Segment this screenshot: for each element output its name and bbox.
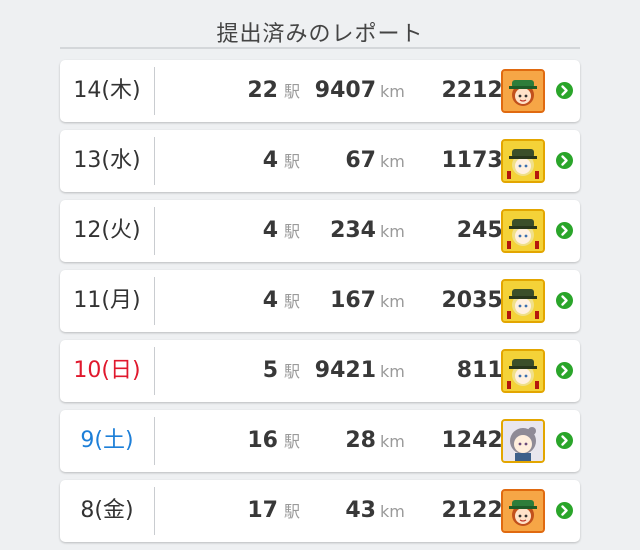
- report-row[interactable]: 11(月)4駅167km20356pt: [60, 270, 580, 332]
- station-count: 4: [262, 218, 278, 243]
- date-divider: [154, 207, 155, 255]
- date-divider: [154, 487, 155, 535]
- report-date: 13(水): [73, 148, 141, 173]
- orange-hat-girl-avatar: [501, 69, 545, 113]
- station-count: 22: [247, 78, 278, 103]
- chevron-right-icon[interactable]: [556, 152, 573, 169]
- orange-hat-girl-avatar: [501, 489, 545, 533]
- report-header: 提出済みのレポート: [0, 0, 640, 50]
- distance-value: 67: [345, 148, 376, 173]
- page-title: 提出済みのレポート: [216, 22, 424, 47]
- report-row[interactable]: 13(水)4駅67km11733pt: [60, 130, 580, 192]
- report-date: 12(火): [73, 218, 141, 243]
- date-divider: [154, 67, 155, 115]
- distance-unit: km: [380, 222, 405, 241]
- station-count: 5: [262, 358, 278, 383]
- report-row[interactable]: 10(日)5駅9421km8114pt: [60, 340, 580, 402]
- blonde-cap-girl-avatar: [501, 349, 545, 393]
- report-row[interactable]: 14(木)22駅9407km22122pt: [60, 60, 580, 122]
- date-divider: [154, 277, 155, 325]
- chevron-right-icon[interactable]: [556, 222, 573, 239]
- distance-unit: km: [380, 152, 405, 171]
- date-divider: [154, 137, 155, 185]
- chevron-right-icon[interactable]: [556, 362, 573, 379]
- chevron-right-icon[interactable]: [556, 432, 573, 449]
- distance-value: 234: [330, 218, 376, 243]
- chevron-right-icon[interactable]: [556, 502, 573, 519]
- report-date: 14(木): [73, 78, 141, 103]
- blonde-cap-girl-avatar: [501, 209, 545, 253]
- distance-value: 167: [330, 288, 376, 313]
- date-divider: [154, 347, 155, 395]
- distance-unit: km: [380, 292, 405, 311]
- report-date: 9(土): [80, 428, 134, 453]
- report-date: 10(日): [73, 358, 141, 383]
- distance-unit: km: [380, 502, 405, 521]
- distance-unit: km: [380, 362, 405, 381]
- distance-value: 28: [345, 428, 376, 453]
- distance-unit: km: [380, 432, 405, 451]
- station-count: 16: [247, 428, 278, 453]
- blonde-cap-girl-avatar: [501, 139, 545, 183]
- chevron-right-icon[interactable]: [556, 82, 573, 99]
- gray-hair-girl-avatar: [501, 419, 545, 463]
- station-count: 4: [262, 288, 278, 313]
- distance-value: 9421: [314, 358, 376, 383]
- report-date: 11(月): [73, 288, 141, 313]
- station-count: 4: [262, 148, 278, 173]
- report-date: 8(金): [80, 498, 134, 523]
- report-row[interactable]: 12(火)4駅234km2451pt: [60, 200, 580, 262]
- report-row[interactable]: 9(土)16駅28km12428pt: [60, 410, 580, 472]
- distance-unit: km: [380, 82, 405, 101]
- report-row[interactable]: 8(金)17駅43km21228pt: [60, 480, 580, 542]
- date-divider: [154, 417, 155, 465]
- distance-value: 9407: [314, 78, 376, 103]
- chevron-right-icon[interactable]: [556, 292, 573, 309]
- blonde-cap-girl-avatar: [501, 279, 545, 323]
- report-list: 14(木)22駅9407km22122pt13(水)4駅67km11733pt1…: [60, 60, 580, 550]
- header-divider: [60, 47, 580, 49]
- distance-value: 43: [345, 498, 376, 523]
- station-count: 17: [247, 498, 278, 523]
